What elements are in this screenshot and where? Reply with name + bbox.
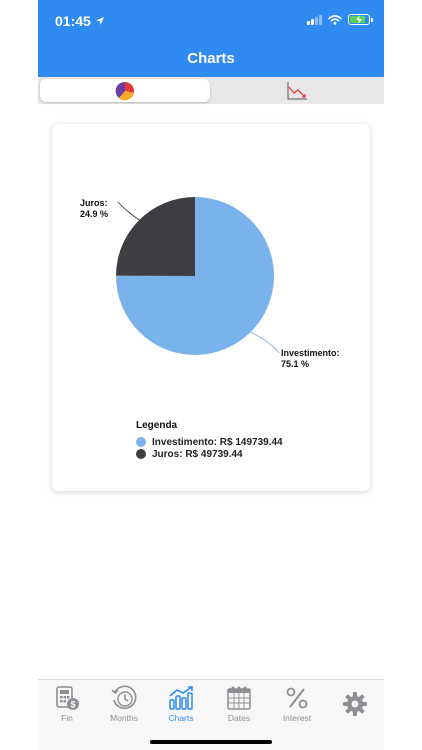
segment-line-chart[interactable] bbox=[212, 79, 382, 102]
calendar-icon bbox=[225, 684, 253, 712]
gear-icon bbox=[341, 690, 369, 718]
slice-label-investimento: Investimento: 75.1 % bbox=[281, 348, 340, 370]
legend-label: Juros: R$ 49739.44 bbox=[152, 448, 243, 460]
legend-item-juros: Juros: R$ 49739.44 bbox=[136, 448, 283, 460]
page-title: Charts bbox=[187, 50, 235, 67]
legend-title: Legenda bbox=[136, 420, 178, 431]
tab-months[interactable]: Months bbox=[95, 684, 153, 726]
wifi-icon bbox=[328, 14, 342, 25]
nav-header: 01:45 Charts bbox=[38, 0, 384, 77]
legend-swatch bbox=[136, 449, 146, 459]
status-indicators bbox=[307, 14, 373, 25]
slice-label-juros: Juros: 24.9 % bbox=[80, 198, 108, 220]
tab-label: Months bbox=[110, 713, 138, 723]
cellular-signal-icon bbox=[307, 14, 322, 25]
chart-type-segmented-control bbox=[38, 77, 384, 104]
slice-label-juros-name: Juros: bbox=[80, 198, 108, 208]
location-arrow-icon bbox=[95, 17, 104, 25]
chart-legend: Legenda Investimento: R$ 149739.44 Juros… bbox=[136, 420, 283, 460]
slice-label-investimento-percent: 75.1 % bbox=[281, 359, 310, 369]
tab-label: Interest bbox=[282, 713, 312, 723]
slice-label-juros-percent: 24.9 % bbox=[80, 209, 109, 219]
pie-chart-icon bbox=[115, 81, 135, 100]
status-time-text: 01:45 bbox=[55, 13, 91, 29]
bar-chart-icon bbox=[167, 684, 195, 712]
leader-line-juros bbox=[117, 201, 140, 221]
battery-icon bbox=[348, 14, 373, 25]
line-chart-icon bbox=[287, 81, 307, 99]
status-time: 01:45 bbox=[55, 13, 105, 29]
legend-swatch bbox=[136, 437, 146, 447]
legend-label: Investimento: R$ 149739.44 bbox=[152, 436, 283, 448]
slice-label-investimento-name: Investimento: bbox=[281, 348, 340, 358]
pie-slice-juros[interactable] bbox=[116, 197, 195, 276]
tab-fin[interactable]: $ Fin bbox=[38, 684, 96, 726]
svg-text:$: $ bbox=[70, 700, 75, 710]
calculator-dollar-icon: $ bbox=[53, 684, 81, 712]
home-indicator bbox=[150, 740, 272, 744]
clock-history-icon bbox=[110, 684, 138, 712]
pie-chart bbox=[115, 197, 280, 355]
tab-label: Dates bbox=[227, 713, 251, 723]
percent-icon bbox=[283, 684, 311, 712]
legend-item-investimento: Investimento: R$ 149739.44 bbox=[136, 436, 283, 448]
tab-dates[interactable]: Dates bbox=[210, 684, 268, 726]
tab-charts[interactable]: Charts bbox=[152, 684, 210, 726]
segment-pie-chart[interactable] bbox=[40, 79, 210, 102]
app-screen: 01:45 Charts Juros: 24.9 % Investimento:… bbox=[0, 0, 422, 750]
leader-line-investimento bbox=[250, 331, 280, 354]
chart-card: Juros: 24.9 % Investimento: 75.1 % Legen… bbox=[52, 124, 370, 491]
charging-bolt-icon bbox=[356, 15, 362, 24]
tab-label: Fin bbox=[61, 713, 73, 723]
tab-settings[interactable] bbox=[326, 684, 384, 726]
tab-interest[interactable]: Interest bbox=[268, 684, 326, 726]
tab-label: Charts bbox=[168, 713, 194, 723]
